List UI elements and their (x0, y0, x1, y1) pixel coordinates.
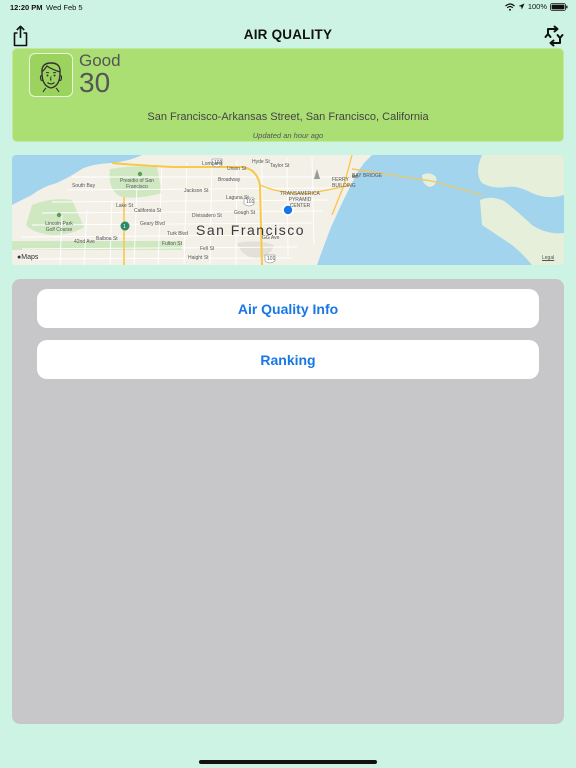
map-label-presidio: Presidio of San Francisco (120, 178, 154, 190)
map-label-lincoln-park: Lincoln Park Golf Course (45, 221, 73, 233)
map-label-california: California St (134, 208, 162, 214)
map-label-laguna: Laguna St (226, 195, 249, 201)
battery-label: 100% (527, 2, 547, 11)
maps-attribution: ●Maps (17, 254, 38, 261)
location-arrow-icon (518, 3, 525, 10)
map-label-haight: Haight St (188, 255, 209, 261)
map-label-south-bay: South Bay (72, 183, 96, 189)
ranking-button[interactable]: Ranking (37, 340, 539, 379)
map-label-lake: Lake St (116, 203, 133, 209)
air-quality-value: 30 (79, 67, 111, 98)
home-indicator[interactable] (199, 760, 377, 764)
refresh-icon (544, 25, 564, 47)
map-label-hwy-1: 1 (123, 224, 126, 230)
updated-label: Updated an hour ago (252, 131, 324, 140)
status-bar: 12:20 PM Wed Feb 5 100% (0, 0, 576, 14)
map-label-hwy-101-south: 101 (267, 256, 276, 262)
map-label-taylor: Taylor St (270, 163, 290, 169)
air-quality-info-button[interactable]: Air Quality Info (37, 289, 539, 328)
map-label-hwy-101-north: 101 (214, 160, 223, 166)
map-city-label: San Francisco (196, 222, 305, 238)
status-indicators: 100% (504, 2, 568, 11)
nav-bar: AIR QUALITY (0, 18, 576, 52)
map-legal-link[interactable]: Legal (542, 255, 554, 261)
map-label-transamerica: TRANSAMERICA PYRAMID CENTER (280, 191, 320, 209)
map-label-turk: Turk Blvd (167, 231, 188, 237)
map-label-union: Union St (227, 166, 247, 172)
map-label-broadway: Broadway (218, 177, 241, 183)
map-label-fulton: Fulton St (162, 241, 183, 247)
map-label-bay-bridge: BAY BRIDGE (352, 173, 383, 179)
refresh-button[interactable] (542, 24, 566, 48)
maps-attribution-text: Maps (21, 254, 39, 261)
location-label: San Francisco-Arkansas Street, San Franc… (147, 111, 429, 123)
map-label-fell: Fell St (200, 246, 215, 252)
map-label-gough: Gough St (234, 210, 256, 216)
map-label-42nd: 42nd Ave (74, 239, 95, 245)
map-label-balboa: Balboa St (96, 236, 118, 242)
battery-icon (550, 2, 568, 11)
map-label-divisadero: Divisadero St (192, 213, 222, 219)
status-date: Wed Feb 5 (46, 3, 83, 12)
map-label-hyde: Hyde St (252, 159, 270, 165)
air-quality-card: Good 30 San Francisco-Arkansas Street, S… (12, 48, 564, 142)
map-label-jackson: Jackson St (184, 188, 209, 194)
map-label-geary: Geary Blvd (140, 221, 165, 227)
face-badge (29, 53, 73, 97)
location-map[interactable]: South Bay Presidio of San Francisco Jack… (12, 155, 564, 265)
smiling-face-icon (39, 62, 63, 93)
page-title: AIR QUALITY (243, 27, 333, 42)
map-graphic (12, 155, 564, 265)
actions-panel: Air Quality Info Ranking (12, 279, 564, 724)
wifi-icon (504, 2, 515, 11)
status-time: 12:20 PM (10, 3, 43, 12)
